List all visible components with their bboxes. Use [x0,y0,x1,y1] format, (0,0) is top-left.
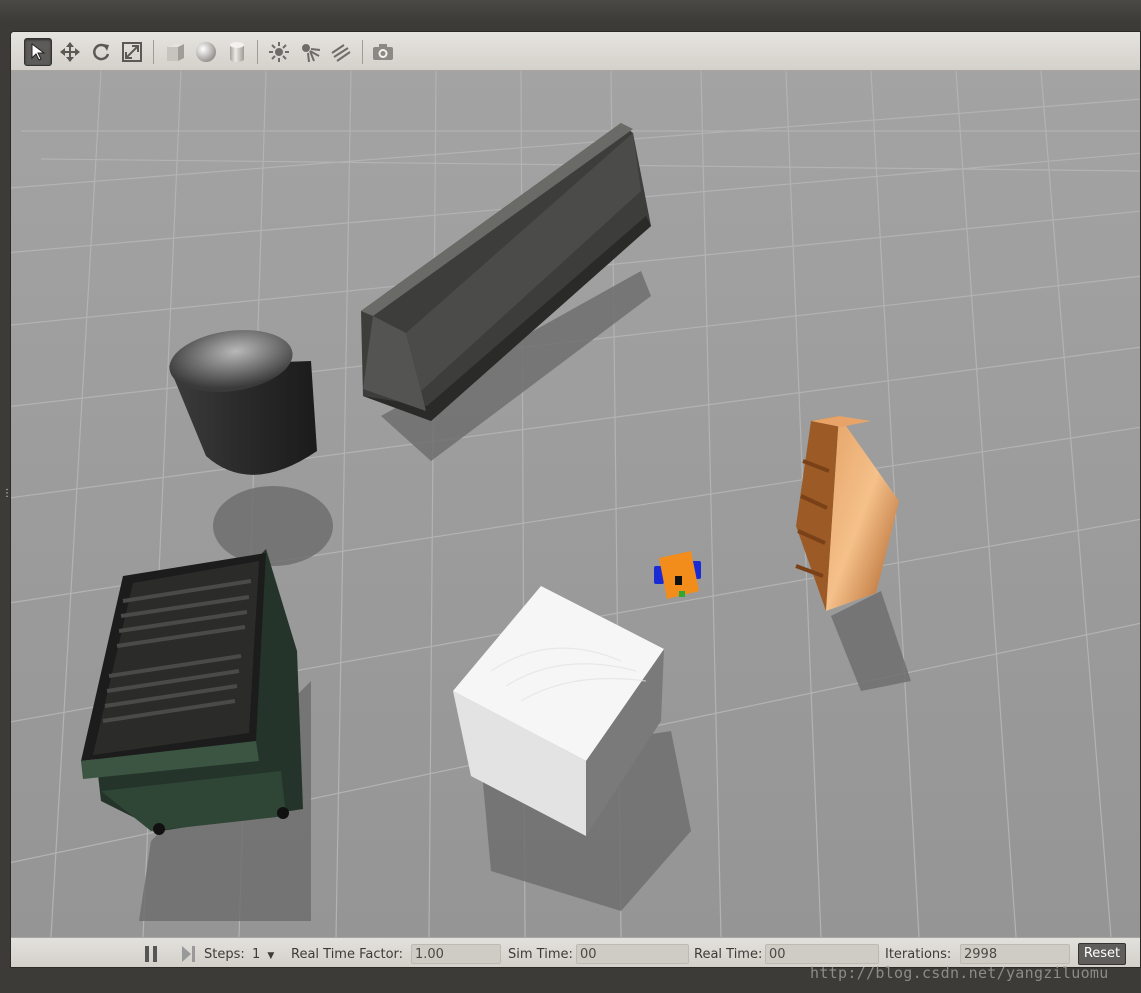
toolbar-separator [362,40,363,64]
pause-button[interactable] [144,945,158,964]
side-panel-handle[interactable]: ⋮ [2,489,12,506]
point-light-button[interactable] [265,38,293,66]
step-button[interactable] [181,945,197,964]
sim-time-field: 00 00:00:29.980 [576,944,689,964]
sim-time-label: Sim Time: [508,947,573,962]
box-shape-button[interactable] [161,38,189,66]
pause-icon [145,946,157,962]
window-title-bar [0,0,1141,22]
camera-icon [373,44,393,60]
point-light-icon [269,42,289,62]
gazebo-window: Steps: 1 ▼ Real Time Factor: 1.00 Sim Ti… [10,31,1141,968]
real-time-label: Real Time: [694,947,763,962]
spot-light-icon [302,44,321,63]
select-tool-button[interactable] [24,38,52,66]
screenshot-button[interactable] [369,38,397,66]
toolbar [11,32,1140,71]
cylinder-icon [230,42,244,62]
scale-icon [122,42,142,62]
sphere-icon [196,42,216,62]
rtf-label: Real Time Factor: [291,947,404,962]
directional-light-button[interactable] [327,38,355,66]
cylinder-shape-button[interactable] [223,38,251,66]
real-time-field: 00 00:00:32.001 [765,944,879,964]
watermark: http://blog.csdn.net/yangziluomu [810,964,1109,982]
scale-tool-button[interactable] [118,38,146,66]
rotate-tool-button[interactable] [87,38,115,66]
steps-label: Steps: [204,947,245,962]
spot-light-button[interactable] [296,38,324,66]
scene-render [11,71,1140,937]
iterations-field: 2998 [960,944,1070,964]
3d-viewport[interactable] [11,71,1140,937]
move-arrows-icon [60,42,80,62]
box-icon [167,44,184,61]
rtf-field: 1.00 [411,944,501,964]
iterations-label: Iterations: [885,947,952,962]
toolbar-separator [257,40,258,64]
toolbar-separator [153,40,154,64]
directional-light-icon [331,44,351,62]
step-forward-icon [182,946,195,962]
arrow-cursor-icon [31,43,46,61]
sphere-shape-button[interactable] [192,38,220,66]
translate-tool-button[interactable] [56,38,84,66]
steps-spinner[interactable]: 1 ▼ [252,945,274,964]
chevron-down-icon: ▼ [267,951,275,961]
reset-button[interactable]: Reset [1078,943,1126,965]
steps-value: 1 [252,947,261,962]
rotate-icon [93,43,110,61]
